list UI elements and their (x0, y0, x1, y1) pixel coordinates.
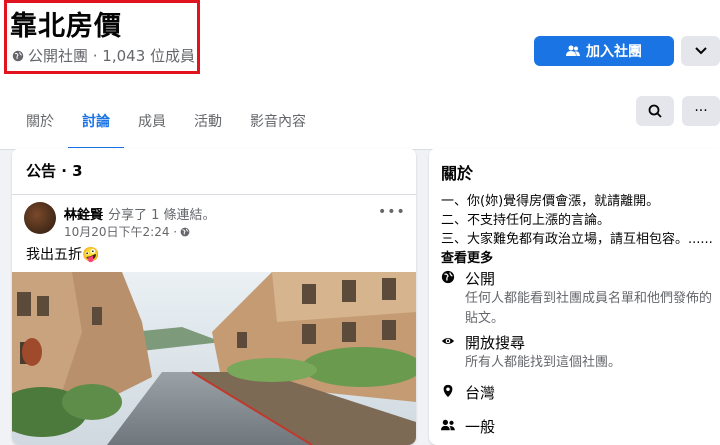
join-group-button[interactable]: 加入社團 (534, 36, 674, 66)
visibility-description: 所有人都能找到這個社團。 (465, 355, 622, 370)
group-tabs: 關於 討論 成員 活動 影音內容 (12, 92, 320, 150)
post-action: 分享了 1 條連結。 (108, 208, 216, 223)
post-time-text: 10月20日下午2:24 · (64, 225, 178, 239)
post-link-image[interactable] (12, 272, 416, 445)
post-options-button[interactable]: ••• (378, 204, 406, 220)
tab-members[interactable]: 成員 (124, 92, 180, 150)
location-pin-icon (443, 384, 453, 398)
tab-about[interactable]: 關於 (12, 92, 68, 150)
tab-media[interactable]: 影音內容 (236, 92, 320, 150)
avatar[interactable] (24, 202, 56, 234)
search-icon (648, 104, 662, 118)
category-label: 一般 (465, 418, 496, 436)
location-row: 台灣 (441, 382, 495, 403)
group-header: 靠北房價 公開社團 · 1,043 位成員 加入社團 關於 討論 成員 活動 影… (0, 0, 720, 150)
about-title: 關於 (441, 164, 474, 183)
group-meta-text: 公開社團 · 1,043 位成員 (28, 47, 196, 65)
join-group-label: 加入社團 (586, 44, 642, 60)
people-icon (441, 419, 455, 431)
privacy-description: 任何人都能看到社團成員名單和他們發佈的貼文。 (465, 291, 713, 326)
tab-discussion[interactable]: 討論 (68, 92, 124, 150)
about-card: 關於 一、你(妳)覺得房價會漲，就請離開。 二、不支持任何上漲的言論。 三、大家… (429, 148, 720, 445)
header-dropdown-button[interactable] (681, 36, 720, 66)
group-meta: 公開社團 · 1,043 位成員 (12, 45, 195, 66)
chevron-down-icon (694, 47, 707, 55)
post-text: 我出五折🤪 (26, 247, 100, 263)
search-button[interactable] (636, 96, 674, 126)
location-label: 台灣 (465, 384, 496, 402)
divider (12, 194, 416, 195)
about-description: 一、你(妳)覺得房價會漲，就請離開。 二、不支持任何上漲的言論。 三、大家難免都… (441, 192, 713, 268)
about-description-text: 一、你(妳)覺得房價會漲，就請離開。 二、不支持任何上漲的言論。 三、大家難免都… (441, 194, 713, 247)
announcements-card: 公告 · 3 林銓賢 分享了 1 條連結。 10月20日下午2:24 · •••… (12, 148, 416, 445)
globe-icon (180, 227, 190, 236)
post-timestamp[interactable]: 10月20日下午2:24 · (64, 223, 190, 240)
group-title: 靠北房價 (10, 11, 122, 42)
privacy-label: 公開 (465, 270, 496, 288)
eye-icon (441, 337, 455, 345)
globe-icon (12, 50, 24, 61)
see-more-link[interactable]: 查看更多 (441, 251, 493, 266)
visibility-label: 開放搜尋 (465, 334, 526, 352)
visibility-row: 開放搜尋 所有人都能找到這個社團。 (441, 332, 715, 373)
people-icon (566, 45, 580, 56)
post-author[interactable]: 林銓賢 (64, 204, 103, 223)
more-options-button[interactable]: ··· (682, 96, 720, 126)
more-dots-icon: ··· (694, 103, 708, 119)
announcements-title: 公告 · 3 (26, 162, 83, 180)
globe-icon (441, 270, 455, 284)
privacy-row: 公開 任何人都能看到社團成員名單和他們發佈的貼文。 (441, 268, 715, 329)
category-row: 一般 (441, 416, 495, 437)
tab-events[interactable]: 活動 (180, 92, 236, 150)
